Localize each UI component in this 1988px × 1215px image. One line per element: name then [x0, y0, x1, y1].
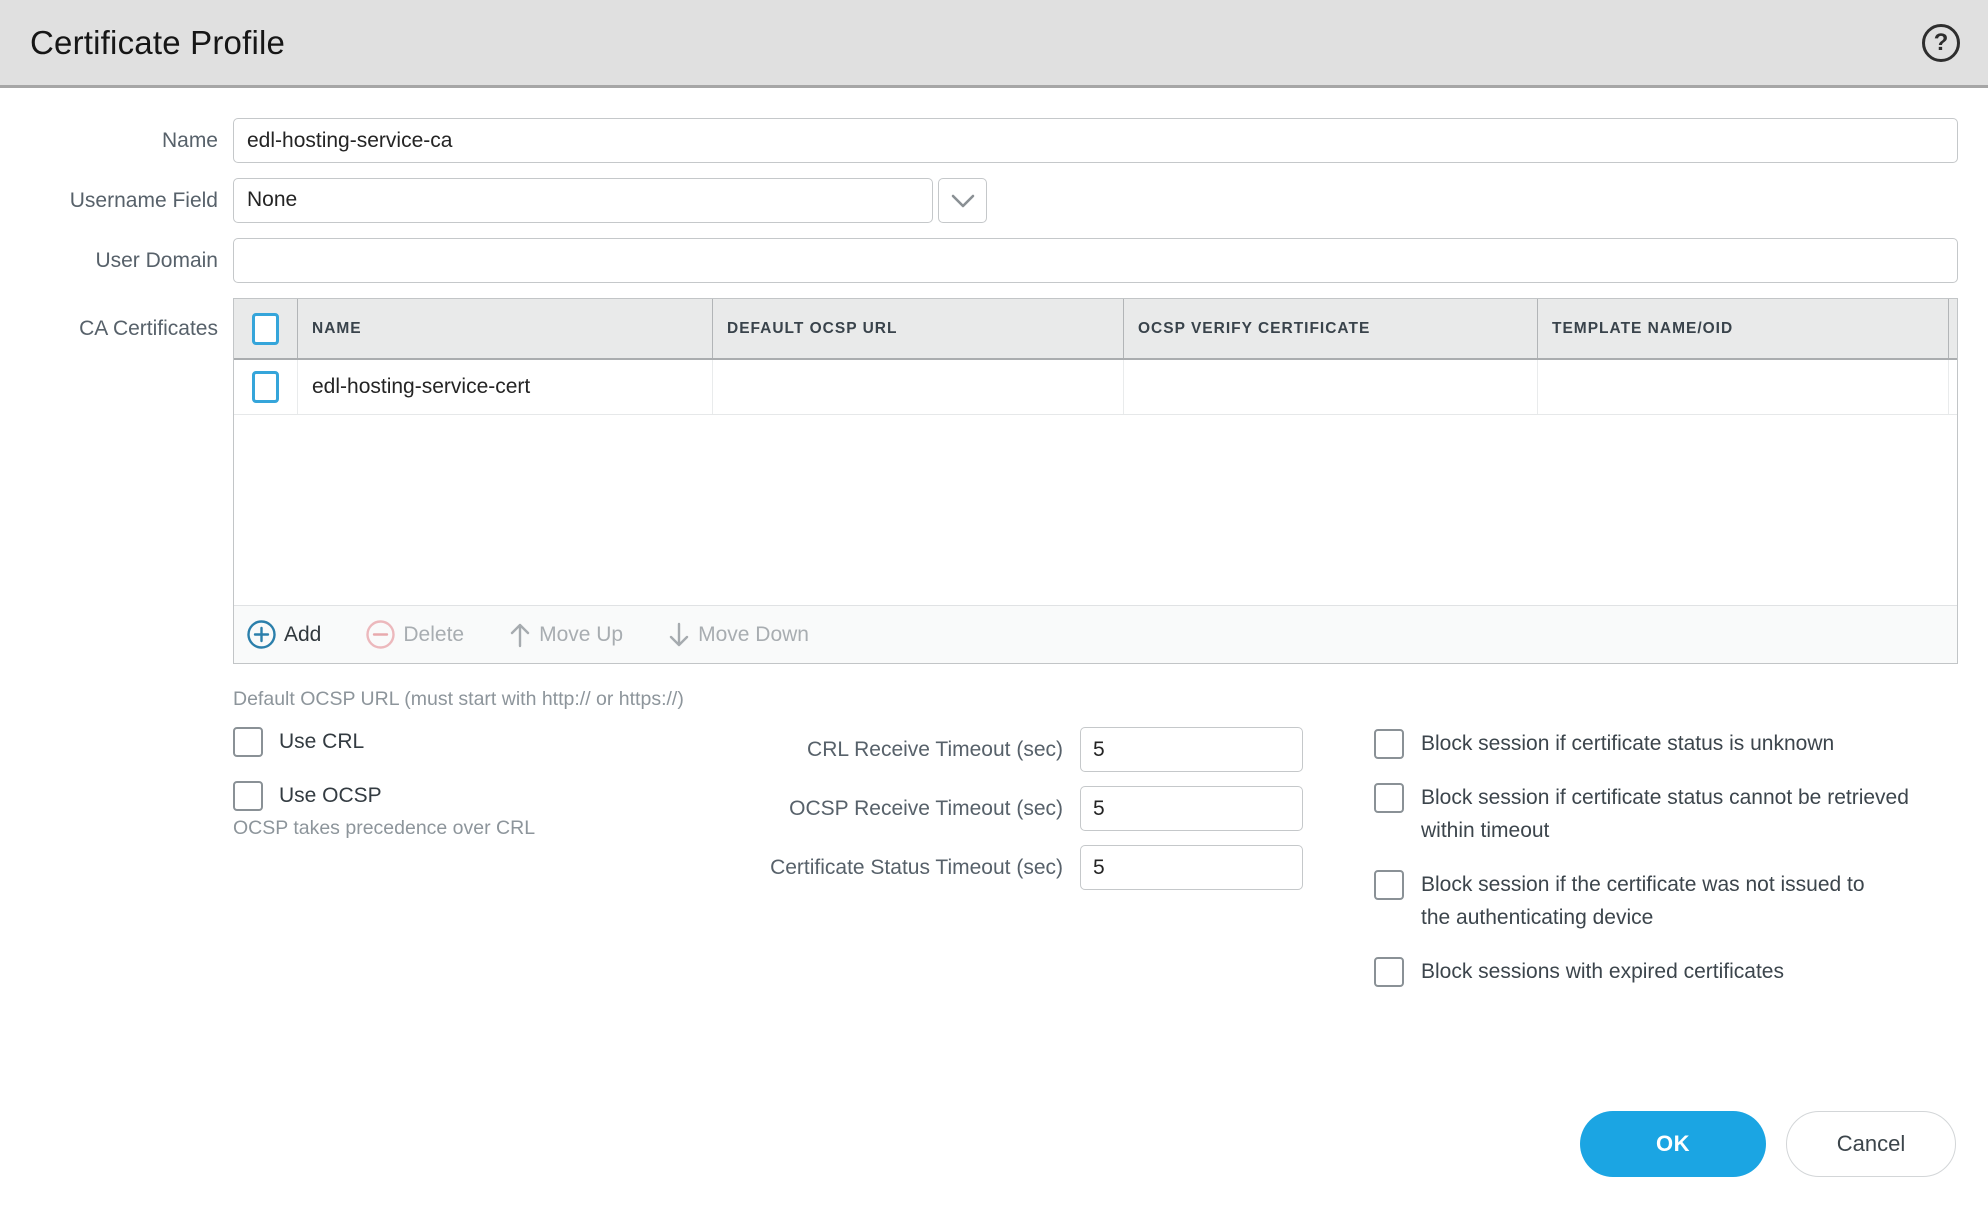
block-expired-label: Block sessions with expired certificates — [1421, 955, 1784, 988]
ca-certificates-row: CA Certificates NAME DEFAULT OCSP URL OC… — [0, 298, 1988, 664]
column-header-name[interactable]: NAME — [298, 299, 713, 358]
use-ocsp-label: Use OCSP — [279, 784, 382, 808]
name-input[interactable] — [233, 118, 1958, 163]
select-all-checkbox[interactable] — [252, 313, 279, 345]
move-up-label: Move Up — [539, 623, 623, 647]
block-status-timeout-option: Block session if certificate status cann… — [1374, 781, 1958, 847]
block-options-column: Block session if certificate status is u… — [1374, 727, 1958, 1009]
username-field-label: Username Field — [0, 178, 218, 223]
table-toolbar: Add Delete Move Up — [234, 605, 1957, 663]
table-row[interactable]: edl-hosting-service-cert — [234, 360, 1957, 415]
name-row: Name — [0, 118, 1988, 163]
cert-status-timeout-label: Certificate Status Timeout (sec) — [663, 845, 1063, 890]
block-not-issued-checkbox[interactable] — [1374, 870, 1404, 900]
cert-status-timeout-input[interactable] — [1080, 845, 1303, 890]
use-crl-label: Use CRL — [279, 730, 364, 754]
timeouts-column: CRL Receive Timeout (sec) OCSP Receive T… — [663, 727, 1303, 1009]
dialog-header: Certificate Profile ? — [0, 0, 1988, 88]
add-label: Add — [284, 623, 321, 647]
crl-timeout-input[interactable] — [1080, 727, 1303, 772]
cancel-button[interactable]: Cancel — [1786, 1111, 1956, 1177]
block-status-timeout-label: Block session if certificate status cann… — [1421, 781, 1926, 847]
circle-minus-icon — [365, 619, 396, 650]
move-down-button[interactable]: Move Down — [667, 621, 809, 649]
block-expired-checkbox[interactable] — [1374, 957, 1404, 987]
delete-button[interactable]: Delete — [365, 619, 464, 650]
row-gutter — [1949, 360, 1958, 414]
cell-default-ocsp-url — [713, 360, 1124, 414]
name-label: Name — [0, 118, 218, 163]
table-header: NAME DEFAULT OCSP URL OCSP VERIFY CERTIF… — [234, 299, 1957, 360]
column-header-template-name-oid[interactable]: TEMPLATE NAME/OID — [1538, 299, 1949, 358]
block-status-unknown-option: Block session if certificate status is u… — [1374, 727, 1958, 760]
column-header-default-ocsp-url[interactable]: DEFAULT OCSP URL — [713, 299, 1124, 358]
move-down-label: Move Down — [698, 623, 809, 647]
help-icon[interactable]: ? — [1922, 24, 1960, 62]
user-domain-input[interactable] — [233, 238, 1958, 283]
certificate-profile-dialog: Certificate Profile ? Name Username Fiel… — [0, 0, 1988, 1009]
ocsp-precedence-note: OCSP takes precedence over CRL — [233, 817, 663, 840]
chevron-down-icon[interactable] — [938, 178, 987, 223]
ca-certificates-label: CA Certificates — [0, 298, 218, 360]
block-status-unknown-label: Block session if certificate status is u… — [1421, 727, 1834, 760]
block-not-issued-label: Block session if the certificate was not… — [1421, 868, 1871, 934]
use-ocsp-option: Use OCSP — [233, 781, 663, 811]
ocsp-timeout-row: OCSP Receive Timeout (sec) — [663, 786, 1303, 831]
column-header-ocsp-verify-certificate[interactable]: OCSP VERIFY CERTIFICATE — [1124, 299, 1538, 358]
page-title: Certificate Profile — [30, 24, 285, 62]
crl-timeout-label: CRL Receive Timeout (sec) — [663, 727, 1063, 772]
circle-plus-icon — [246, 619, 277, 650]
block-not-issued-option: Block session if the certificate was not… — [1374, 868, 1958, 934]
add-button[interactable]: Add — [246, 619, 321, 650]
move-up-button[interactable]: Move Up — [508, 621, 623, 649]
crl-ocsp-column: Use CRL Use OCSP OCSP takes precedence o… — [233, 727, 663, 1009]
dialog-body: Name Username Field None User Domain — [0, 88, 1988, 1009]
header-gutter — [1949, 299, 1958, 358]
cert-status-timeout-row: Certificate Status Timeout (sec) — [663, 845, 1303, 890]
arrow-up-icon — [508, 621, 532, 649]
dialog-footer: OK Cancel — [1580, 1111, 1956, 1177]
block-expired-option: Block sessions with expired certificates — [1374, 955, 1958, 988]
block-status-timeout-checkbox[interactable] — [1374, 783, 1404, 813]
use-crl-checkbox[interactable] — [233, 727, 263, 757]
cell-name: edl-hosting-service-cert — [298, 360, 713, 414]
user-domain-row: User Domain — [0, 238, 1988, 283]
ca-certificates-table: NAME DEFAULT OCSP URL OCSP VERIFY CERTIF… — [233, 298, 1958, 664]
ok-button[interactable]: OK — [1580, 1111, 1766, 1177]
arrow-down-icon — [667, 621, 691, 649]
row-checkbox[interactable] — [252, 371, 279, 403]
crl-timeout-row: CRL Receive Timeout (sec) — [663, 727, 1303, 772]
use-ocsp-checkbox[interactable] — [233, 781, 263, 811]
username-field-row: Username Field None — [0, 178, 1988, 223]
block-status-unknown-checkbox[interactable] — [1374, 729, 1404, 759]
ocsp-timeout-label: OCSP Receive Timeout (sec) — [663, 786, 1063, 831]
cell-ocsp-verify-certificate — [1124, 360, 1538, 414]
ocsp-timeout-input[interactable] — [1080, 786, 1303, 831]
default-ocsp-url-note: Default OCSP URL (must start with http:/… — [233, 688, 1988, 711]
use-crl-option: Use CRL — [233, 727, 663, 757]
delete-label: Delete — [403, 623, 464, 647]
user-domain-label: User Domain — [0, 238, 218, 283]
cell-template-name-oid — [1538, 360, 1949, 414]
username-field-select[interactable]: None — [233, 178, 933, 223]
options-section: Use CRL Use OCSP OCSP takes precedence o… — [233, 727, 1988, 1009]
table-empty-area — [234, 415, 1957, 605]
